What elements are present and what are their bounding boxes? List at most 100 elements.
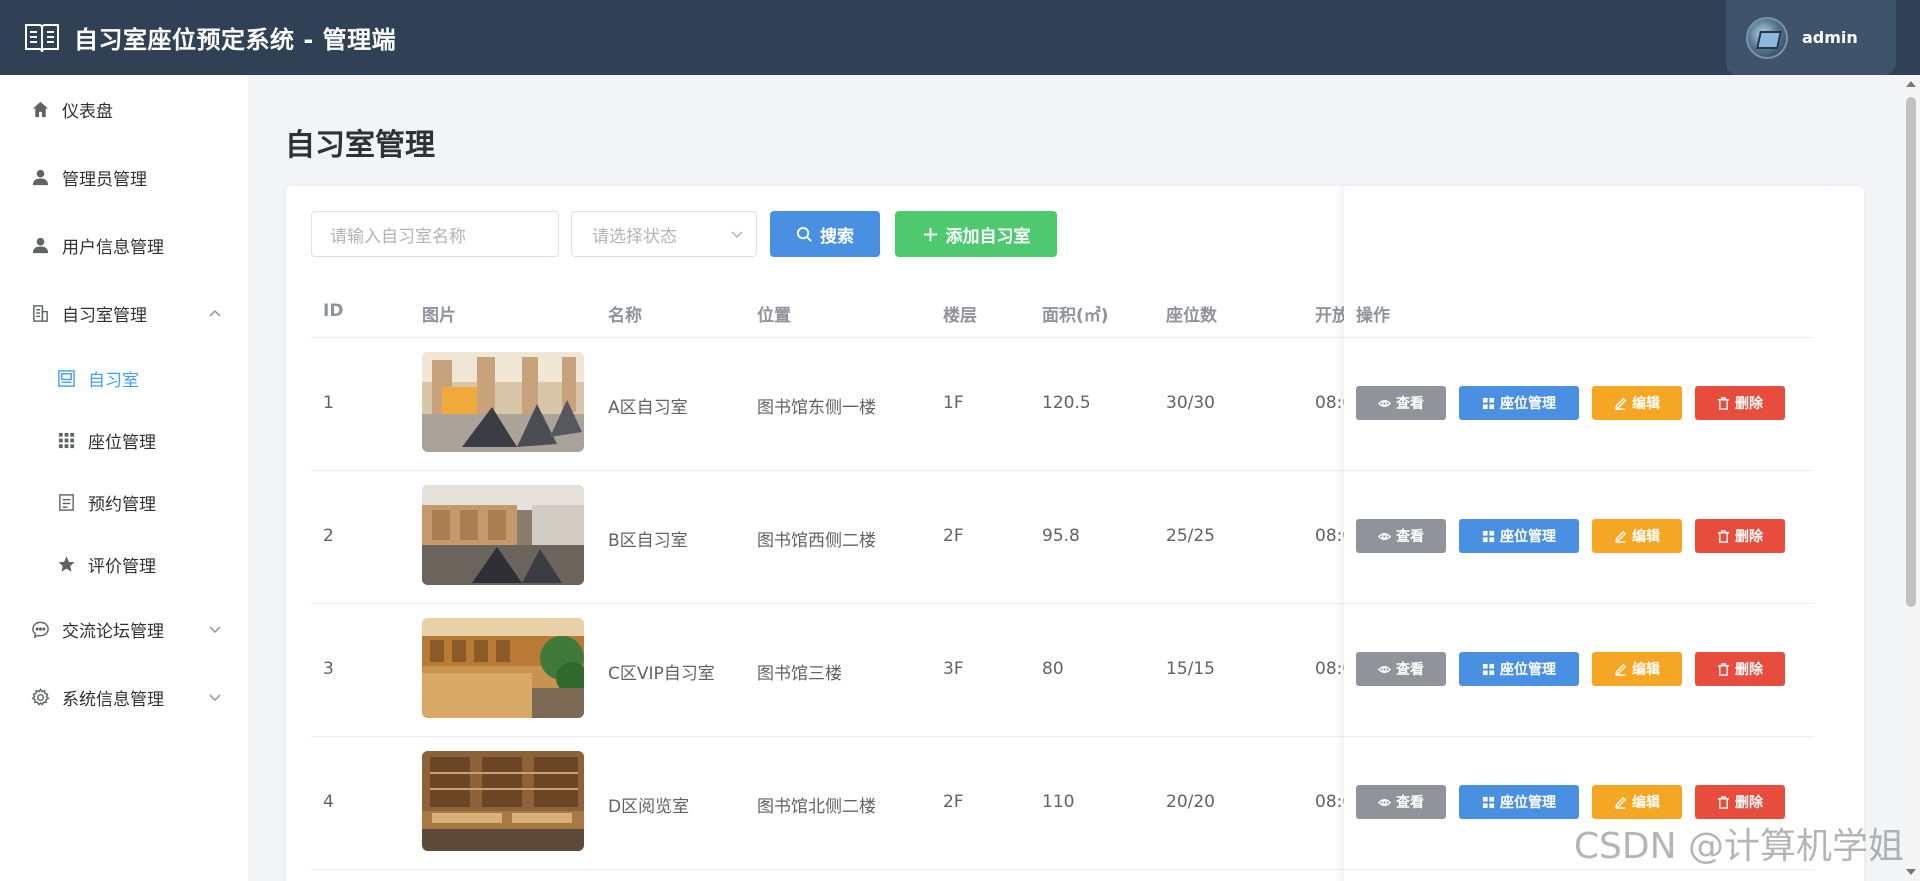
chevron-down-icon — [209, 626, 221, 634]
sidebar-item-label: 座位管理 — [88, 432, 156, 453]
building-icon — [30, 303, 50, 323]
scroll-thumb[interactable] — [1906, 97, 1916, 607]
sidebar-item-room[interactable]: 自习室 — [0, 347, 248, 409]
delete-button[interactable]: 删除 — [1695, 386, 1785, 420]
scroll-down-icon[interactable] — [1906, 869, 1916, 875]
view-button[interactable]: 查看 — [1356, 785, 1446, 819]
trash-icon — [1717, 529, 1730, 543]
sidebar-item-users[interactable]: 用户信息管理 — [0, 211, 248, 279]
sidebar-item-study-rooms[interactable]: 自习室管理 — [0, 279, 248, 347]
trash-icon — [1717, 662, 1730, 676]
sidebar-item-label: 预约管理 — [88, 494, 156, 515]
sidebar-item-admins[interactable]: 管理员管理 — [0, 143, 248, 211]
view-button[interactable]: 查看 — [1356, 519, 1446, 553]
seat-label: 座位管理 — [1500, 529, 1556, 545]
edit-button[interactable]: 编辑 — [1592, 785, 1682, 819]
eye-icon — [1378, 798, 1391, 806]
sidebar-item-seats[interactable]: 座位管理 — [0, 409, 248, 471]
page-scrollbar[interactable] — [1902, 75, 1920, 881]
edit-label: 编辑 — [1632, 795, 1660, 811]
sidebar-item-label: 评价管理 — [88, 556, 156, 577]
plus-icon — [923, 227, 937, 241]
view-label: 查看 — [1396, 795, 1424, 811]
chevron-down-icon — [209, 694, 221, 702]
sidebar-item-system[interactable]: 系统信息管理 — [0, 663, 248, 731]
col-name: 名称 — [608, 306, 642, 326]
toolbar: 请输入自习室名称 请选择状态 搜索 添加自习室 — [311, 211, 1057, 257]
edit-button[interactable]: 编辑 — [1592, 519, 1682, 553]
cell-seats: 15/15 — [1166, 659, 1215, 679]
chevron-down-icon — [731, 231, 743, 239]
sidebar-item-forum[interactable]: 交流论坛管理 — [0, 595, 248, 663]
delete-button[interactable]: 删除 — [1695, 785, 1785, 819]
search-placeholder: 请输入自习室名称 — [330, 226, 466, 247]
seat-manage-button[interactable]: 座位管理 — [1459, 386, 1579, 420]
add-room-button[interactable]: 添加自习室 — [895, 211, 1057, 257]
actions-row: 查看 座位管理 编辑 删除 — [1344, 604, 1814, 737]
view-button[interactable]: 查看 — [1356, 652, 1446, 686]
edit-button[interactable]: 编辑 — [1592, 652, 1682, 686]
delete-label: 删除 — [1735, 529, 1763, 545]
grid-icon — [1482, 663, 1495, 675]
actions-row: 查看 座位管理 编辑 删除 — [1344, 471, 1814, 604]
sidebar-item-label: 用户信息管理 — [62, 237, 164, 258]
grid-icon — [56, 430, 76, 450]
seat-manage-button[interactable]: 座位管理 — [1459, 519, 1579, 553]
sidebar: 仪表盘 管理员管理 用户信息管理 自习室管理 自习室 座位管理 预约管理 评价管… — [0, 75, 248, 881]
gear-icon — [30, 687, 50, 707]
document-icon — [56, 492, 76, 512]
home-icon — [30, 99, 50, 119]
view-button[interactable]: 查看 — [1356, 386, 1446, 420]
pencil-icon — [1614, 397, 1627, 410]
book-icon — [25, 23, 59, 52]
edit-label: 编辑 — [1632, 396, 1660, 412]
delete-label: 删除 — [1735, 396, 1763, 412]
search-button-label: 搜索 — [820, 226, 854, 247]
pencil-icon — [1614, 530, 1627, 543]
avatar — [1746, 16, 1788, 59]
seat-label: 座位管理 — [1500, 662, 1556, 678]
edit-button[interactable]: 编辑 — [1592, 386, 1682, 420]
eye-icon — [1378, 532, 1391, 540]
chevron-up-icon — [209, 309, 221, 317]
watermark: CSDN @计算机学姐 — [1573, 826, 1904, 867]
search-input[interactable]: 请输入自习室名称 — [311, 211, 559, 257]
cell-id: 1 — [323, 393, 334, 413]
user-name: admin — [1802, 28, 1858, 47]
delete-button[interactable]: 删除 — [1695, 652, 1785, 686]
sidebar-item-reservations[interactable]: 预约管理 — [0, 471, 248, 533]
edit-label: 编辑 — [1632, 662, 1660, 678]
cell-id: 4 — [323, 792, 334, 812]
trash-icon — [1717, 396, 1730, 410]
status-placeholder: 请选择状态 — [592, 226, 677, 247]
cell-floor: 1F — [943, 393, 964, 413]
cell-name: B区自习室 — [608, 531, 688, 551]
grid-icon — [1482, 397, 1495, 409]
cell-seats: 25/25 — [1166, 526, 1215, 546]
cell-id: 2 — [323, 526, 334, 546]
actions-row: 查看 座位管理 编辑 删除 — [1344, 338, 1814, 471]
brand: 自习室座位预定系统 - 管理端 — [24, 20, 396, 55]
sidebar-item-reviews[interactable]: 评价管理 — [0, 533, 248, 595]
content-card: 请输入自习室名称 请选择状态 搜索 添加自习室 ID 图片 名称 位置 楼层 面… — [286, 186, 1864, 881]
seat-manage-button[interactable]: 座位管理 — [1459, 652, 1579, 686]
edit-label: 编辑 — [1632, 529, 1660, 545]
room-image — [422, 352, 584, 452]
pencil-icon — [1614, 796, 1627, 809]
seat-manage-button[interactable]: 座位管理 — [1459, 785, 1579, 819]
add-button-label: 添加自习室 — [945, 226, 1031, 247]
view-label: 查看 — [1396, 396, 1424, 412]
col-seats: 座位数 — [1166, 306, 1217, 326]
seat-label: 座位管理 — [1500, 396, 1556, 412]
user-icon — [30, 235, 50, 255]
status-select[interactable]: 请选择状态 — [571, 211, 757, 257]
search-button[interactable]: 搜索 — [770, 211, 880, 257]
star-icon — [56, 554, 76, 574]
delete-button[interactable]: 删除 — [1695, 519, 1785, 553]
user-menu[interactable]: admin — [1726, 0, 1896, 75]
scroll-up-icon[interactable] — [1906, 81, 1916, 87]
delete-label: 删除 — [1735, 662, 1763, 678]
sidebar-item-dashboard[interactable]: 仪表盘 — [0, 75, 248, 143]
cell-name: A区自习室 — [608, 398, 688, 418]
col-image: 图片 — [422, 306, 456, 326]
